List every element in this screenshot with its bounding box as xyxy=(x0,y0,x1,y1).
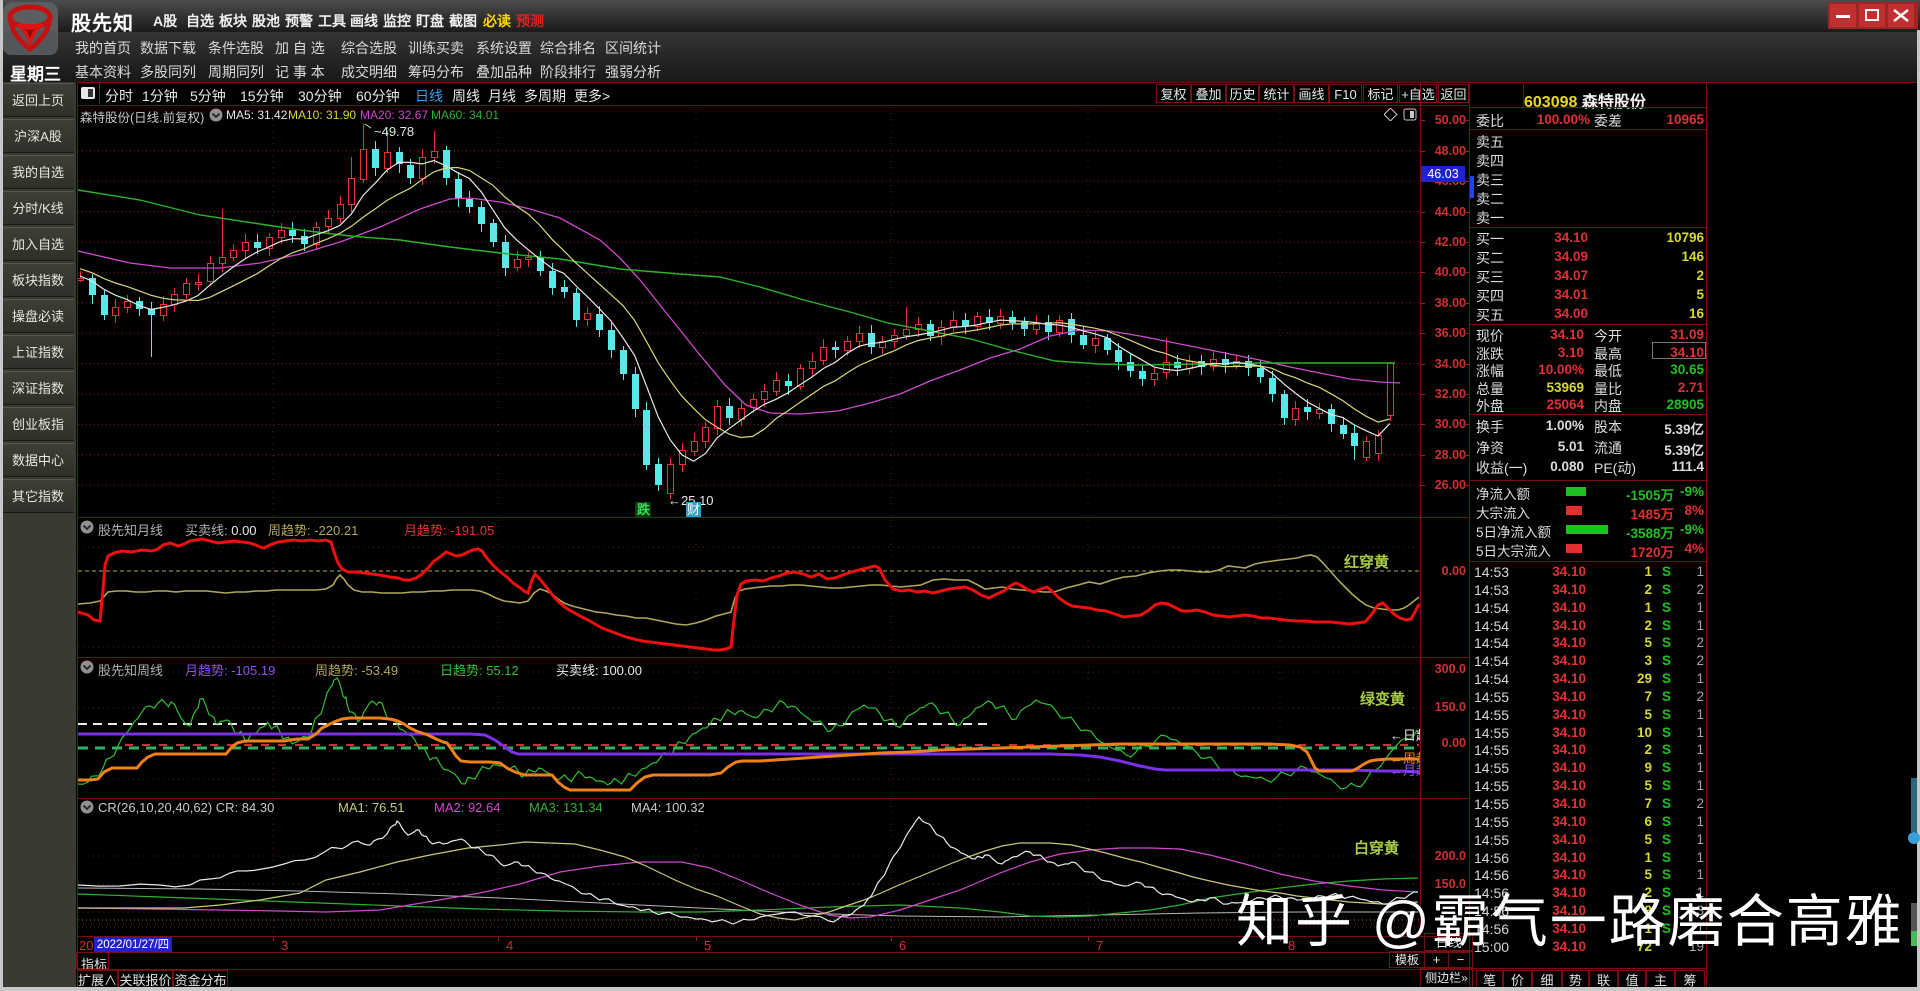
svg-text:跌: 跌 xyxy=(637,502,651,517)
svg-text:红穿黄: 红穿黄 xyxy=(1344,553,1389,571)
svg-text:绿变黄: 绿变黄 xyxy=(1360,690,1405,708)
svg-text:~49.78: ~49.78 xyxy=(374,124,414,139)
svg-text:←日趋: ←日趋 xyxy=(1390,728,1420,743)
svg-text:←月趋: ←月趋 xyxy=(1390,763,1420,778)
svg-text:白穿黄: 白穿黄 xyxy=(1354,839,1399,857)
svg-text:财: 财 xyxy=(687,502,700,517)
